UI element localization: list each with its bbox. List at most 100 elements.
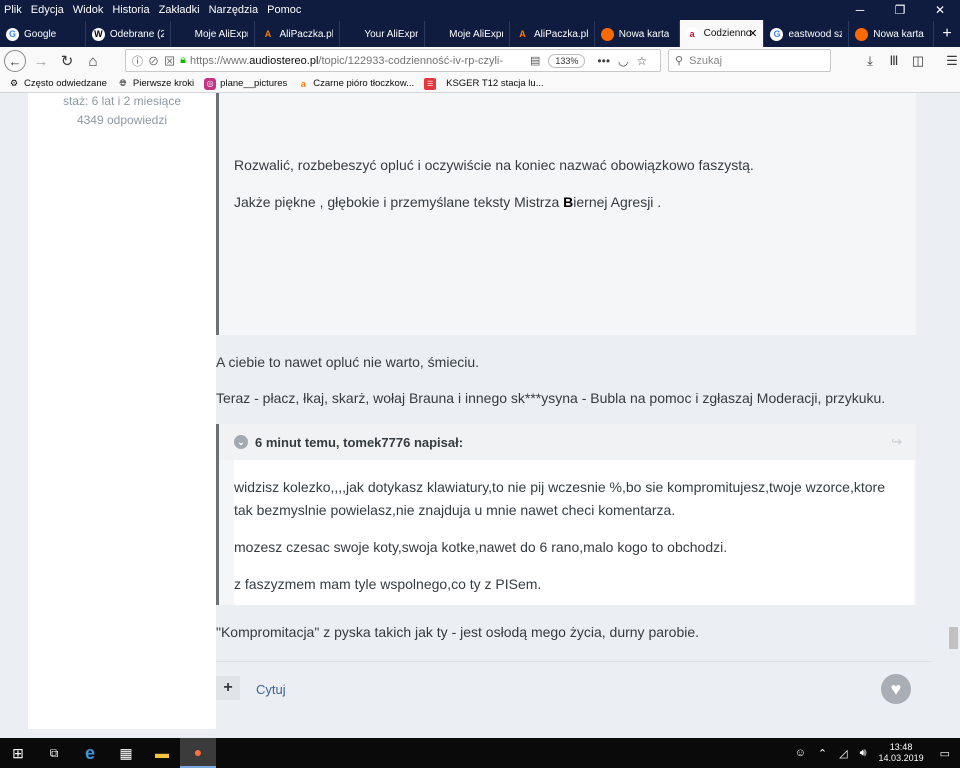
site-info-icon[interactable]: ⓘ ⊘ ⊠ <box>132 53 176 69</box>
globe-icon: 🌐︎ <box>119 78 127 88</box>
forward-button[interactable]: → <box>28 49 54 73</box>
navigation-toolbar: ← → ↻ ⌂ ⓘ ⊘ ⊠ 🔒︎ https://www.audiostereo… <box>0 47 960 75</box>
zoom-indicator[interactable]: 133% <box>548 53 586 68</box>
new-tab-button[interactable]: + <box>934 21 960 47</box>
menu-view[interactable]: Widok <box>73 4 104 16</box>
tab-favicon-icon <box>176 27 190 41</box>
tab-favicon-icon: A <box>261 27 275 41</box>
pocket-icon[interactable]: ◡ <box>618 54 628 68</box>
bookmark-label: plane__pictures <box>220 78 288 89</box>
close-window-button[interactable]: ✕ <box>920 0 960 20</box>
tab-label: Odebrane (21 <box>109 28 164 40</box>
browser-tab[interactable]: Moje AliExpress: 2 <box>425 21 510 47</box>
bookmark-plane-pictures[interactable]: ◎ plane__pictures <box>204 77 288 90</box>
scrollbar-thumb[interactable] <box>949 627 958 649</box>
post-paragraph: Teraz - płacz, łkaj, skarż, wołaj Brauna… <box>216 390 886 406</box>
minimize-button[interactable]: ─ <box>840 0 880 20</box>
folder-icon: ▬ <box>155 745 169 761</box>
url-path: /topic/122933-codzienność-iv-rp-czyli- <box>318 54 504 67</box>
tab-label: AliPaczka.pl - <box>533 28 588 40</box>
url-bar[interactable]: ⓘ ⊘ ⊠ 🔒︎ https://www.audiostereo.pl/topi… <box>125 49 661 72</box>
clock-date: 14.03.2019 <box>878 753 924 763</box>
quote-text-line: widzisz kolezko,,,,jak dotykasz klawiatu… <box>234 479 885 495</box>
plus-icon: + <box>223 679 233 696</box>
chevron-up-icon[interactable]: ⌃ <box>818 747 827 760</box>
reload-button[interactable]: ↻ <box>54 49 80 73</box>
system-tray: ☺ ⌃ ◿ 🔊︎ 13:48 14.03.2019 ▭ <box>789 738 960 768</box>
bookmark-frequent[interactable]: ⚙ Często odwiedzane <box>8 78 107 90</box>
start-button[interactable]: ⊞ <box>0 738 36 768</box>
edge-taskbar-button[interactable]: e <box>72 738 108 768</box>
bookmark-getting-started[interactable]: 🌐︎ Pierwsze kroki <box>117 78 194 90</box>
calculator-taskbar-button[interactable]: ▦ <box>108 738 144 768</box>
firefox-icon: ● <box>193 744 203 760</box>
reaction-button[interactable]: ♥ <box>881 674 911 704</box>
volume-icon[interactable]: 🔊︎ <box>860 747 867 760</box>
menu-edit[interactable]: Edycja <box>31 4 64 16</box>
instagram-icon: ◎ <box>204 77 217 90</box>
hamburger-menu-icon[interactable]: ☰ <box>940 49 960 73</box>
post-content: Rozwalić, rozbebeszyć opluć i oczywiście… <box>216 93 932 729</box>
tab-label: AliPaczka.pl - <box>279 28 334 40</box>
tab-bar: GGoogleWOdebrane (21Moje AliExpress: 2AA… <box>0 20 960 47</box>
downloads-icon[interactable]: ⤓ <box>858 49 882 73</box>
clock[interactable]: 13:48 14.03.2019 <box>879 742 924 764</box>
arrow-left-icon: ← <box>8 53 22 69</box>
reader-view-icon[interactable]: ▤ <box>530 54 540 67</box>
browser-tab[interactable]: G Google <box>0 21 86 47</box>
heart-icon: ♥ <box>890 678 902 699</box>
quote-text-line: z faszyzmem mam tyle wspolnego,co ty z P… <box>234 576 542 592</box>
tab-favicon-icon: G <box>6 27 19 41</box>
quote-button[interactable]: Cytuj <box>256 682 286 697</box>
browser-tab[interactable]: Moje AliExpress: 2 <box>171 21 256 47</box>
page-scrollbar[interactable] <box>947 93 960 738</box>
notifications-icon[interactable]: ▭ <box>940 747 950 760</box>
close-tab-icon[interactable]: ✕ <box>748 27 757 40</box>
menu-file[interactable]: Plik <box>4 4 22 16</box>
browser-tab[interactable]: A AliPaczka.pl - <box>255 21 341 47</box>
home-icon: ⌂ <box>88 52 98 70</box>
bookmark-label: KSGER T12 stacja lu... <box>446 78 544 89</box>
menu-tools[interactable]: Narzędzia <box>209 4 259 16</box>
url-text[interactable]: https://www.audiostereo.pl/topic/122933-… <box>190 55 520 67</box>
browser-tab[interactable]: A AliPaczka.pl - <box>510 21 595 47</box>
menu-history[interactable]: Historia <box>112 4 149 16</box>
menu-bookmarks[interactable]: Zakładki <box>159 4 200 16</box>
tab-label: Nowa karta <box>873 28 924 40</box>
star-icon[interactable]: ☆ <box>637 54 648 68</box>
maximize-button[interactable]: ❐ <box>880 0 920 20</box>
tab-label: Nowa karta <box>618 28 670 40</box>
explorer-taskbar-button[interactable]: ▬ <box>144 738 180 768</box>
browser-tab[interactable]: Your AliExpress sh <box>340 21 426 47</box>
browser-tab[interactable]: Nowa karta <box>849 21 935 47</box>
firefox-taskbar-button[interactable]: ● <box>180 738 216 768</box>
author-answers[interactable]: 4349 odpowiedzi <box>28 113 216 127</box>
bookmark-pen[interactable]: a Czarne pióro tłoczkow... <box>297 78 414 90</box>
task-view-button[interactable]: ⧉ <box>36 738 72 768</box>
tab-favicon-icon <box>346 27 360 41</box>
chevron-down-icon[interactable]: ⌄ <box>234 435 248 449</box>
menu-help[interactable]: Pomoc <box>267 4 301 16</box>
sidebar-icon[interactable]: ◫ <box>906 49 930 73</box>
lock-icon: 🔒︎ <box>180 54 186 66</box>
library-icon[interactable]: Ⅲ <box>882 49 906 73</box>
people-icon[interactable]: ☺ <box>795 747 806 759</box>
home-button[interactable]: ⌂ <box>80 49 106 73</box>
search-input[interactable]: ⚲ Szukaj <box>668 49 831 72</box>
tab-favicon-icon: a <box>685 27 699 40</box>
search-placeholder: Szukaj <box>689 54 723 67</box>
network-icon[interactable]: ◿ <box>839 747 847 760</box>
bookmarks-toolbar: ⚙ Często odwiedzane 🌐︎ Pierwsze kroki ◎ … <box>0 75 960 93</box>
share-arrow-icon[interactable]: ↪ <box>891 434 902 450</box>
browser-tab[interactable]: Geastwood szn <box>764 21 850 47</box>
back-button[interactable]: ← <box>4 50 26 72</box>
browser-tab[interactable]: a Codzienno ✕ <box>679 20 765 47</box>
page-actions-icon[interactable]: ••• <box>597 54 610 68</box>
quote-header[interactable]: ⌄ 6 minut temu, tomek7776 napisał: <box>219 424 916 460</box>
tab-favicon-icon <box>600 27 614 41</box>
multiquote-button[interactable]: + <box>216 676 240 700</box>
bookmark-ksger[interactable]: ☰ KSGER T12 stacja lu... <box>424 77 544 90</box>
browser-tab[interactable]: W Odebrane (21 <box>86 21 171 47</box>
reload-icon: ↻ <box>60 53 74 70</box>
browser-tab[interactable]: Nowa karta <box>595 21 680 47</box>
